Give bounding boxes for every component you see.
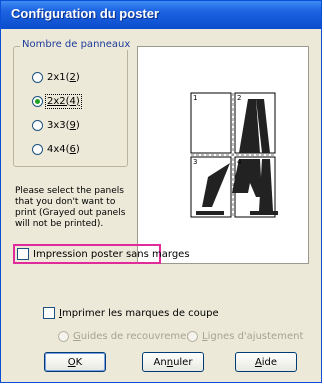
preview-panel-3-number: 3 <box>193 158 198 166</box>
panel-selection-description: Please select the panels that you don't … <box>15 186 126 229</box>
crop-marks-label: Imprimer les marques de coupe <box>59 307 219 319</box>
cancel-button[interactable]: Annuler <box>142 352 204 372</box>
radio-2x1-button[interactable] <box>32 71 43 83</box>
borderless-checkbox[interactable] <box>17 248 29 260</box>
preview-panel-4-number: 4 <box>237 158 242 166</box>
overlap-guides-label: Guides de recouvrement <box>73 330 197 342</box>
trim-lines-radio-row[interactable]: Lignes d'ajustement <box>187 329 303 343</box>
radio-3x3[interactable]: 3x3(9) <box>32 118 80 132</box>
overlap-guides-radio[interactable] <box>58 330 69 342</box>
ok-button-label: OK <box>67 356 83 368</box>
preview-panel-2-number: 2 <box>237 94 242 102</box>
preview-panel-1-number: 1 <box>193 94 198 102</box>
poster-preview: 1 2 3 4 <box>137 46 309 264</box>
borderless-checkbox-row[interactable]: Impression poster sans marges <box>17 247 190 261</box>
radio-2x2[interactable]: 2x2(4) <box>32 93 82 109</box>
preview-panel-1[interactable] <box>190 92 232 154</box>
trim-lines-label: Lignes d'ajustement <box>202 330 304 342</box>
radio-3x3-button[interactable] <box>32 119 43 131</box>
crop-marks-checkbox-row[interactable]: Imprimer les marques de coupe <box>43 306 219 320</box>
crop-marks-checkbox[interactable] <box>43 307 55 319</box>
borderless-label: Impression poster sans marges <box>33 248 190 260</box>
help-button-label: Aide <box>254 356 278 368</box>
radio-3x3-label: 3x3(9) <box>47 119 80 131</box>
poster-preview-graphic <box>190 92 278 218</box>
radio-4x4-button[interactable] <box>32 143 43 155</box>
dialog-title: Configuration du poster <box>11 6 160 21</box>
radio-4x4-label: 4x4(6) <box>47 143 80 155</box>
radio-2x2-button[interactable] <box>32 95 43 107</box>
radio-2x1[interactable]: 2x1(2) <box>32 70 80 84</box>
radio-4x4[interactable]: 4x4(6) <box>32 142 80 156</box>
poster-config-dialog: Configuration du poster Nombre de pannea… <box>0 0 322 383</box>
help-button[interactable]: Aide <box>235 352 297 372</box>
panels-group-title: Nombre de panneaux <box>20 39 133 50</box>
radio-2x1-label: 2x1(2) <box>47 71 80 83</box>
trim-lines-radio[interactable] <box>187 330 198 342</box>
overlap-guides-radio-row[interactable]: Guides de recouvrement <box>58 329 197 343</box>
title-bar[interactable]: Configuration du poster <box>1 1 321 29</box>
radio-2x2-label: 2x2(4) <box>45 93 82 109</box>
ok-button[interactable]: OK <box>44 352 106 372</box>
cancel-button-label: Annuler <box>153 356 193 368</box>
